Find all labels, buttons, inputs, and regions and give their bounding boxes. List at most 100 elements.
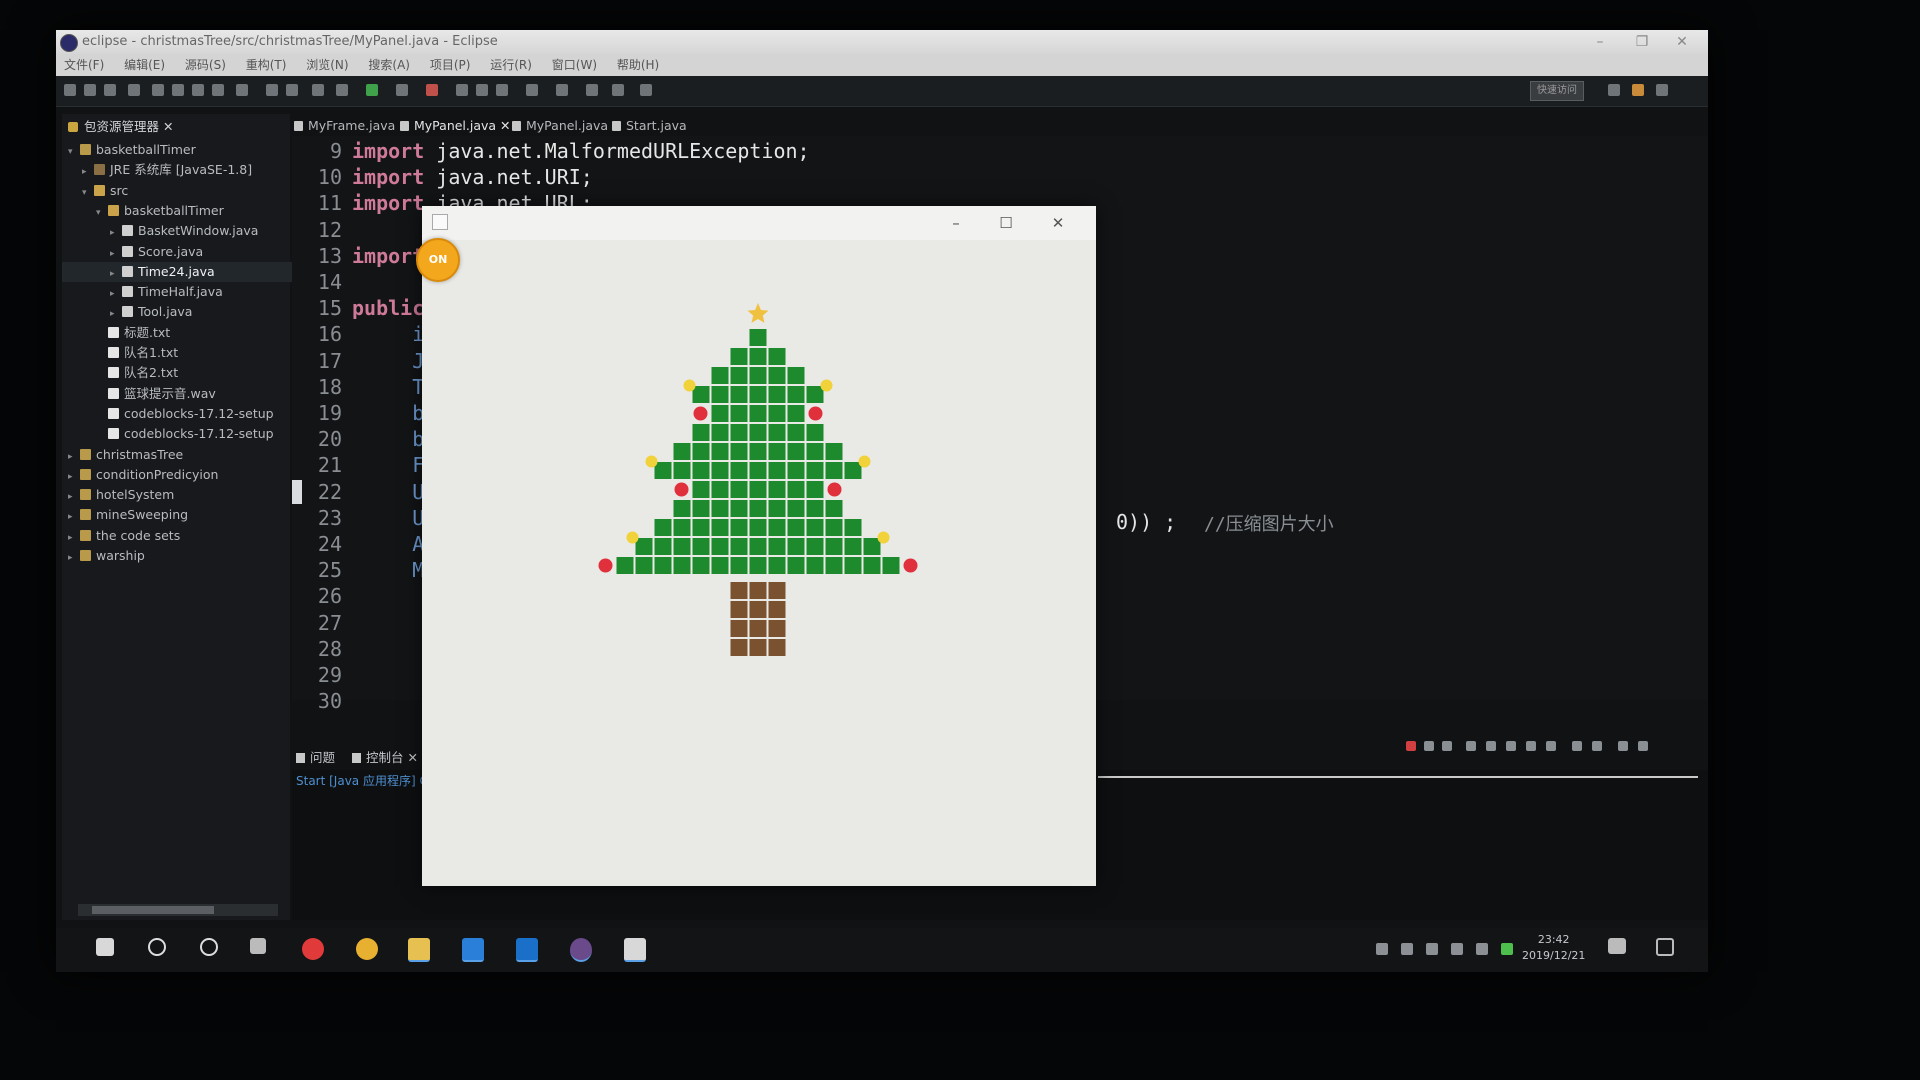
tree-item[interactable]: ▾ src [62, 181, 128, 201]
tree-item[interactable]: 队名2.txt [62, 363, 178, 383]
tab-start[interactable]: Start.java [612, 116, 687, 136]
tree-item[interactable]: ▸ BasketWindow.java [62, 221, 258, 241]
java-perspective-icon[interactable] [1632, 84, 1644, 96]
clear-console-icon[interactable] [1466, 741, 1476, 751]
run-icon[interactable] [366, 84, 378, 96]
app-close-button[interactable]: ✕ [1034, 206, 1082, 240]
file-explorer-icon[interactable] [408, 938, 430, 962]
netease-music-icon[interactable] [302, 938, 324, 960]
tree-item[interactable]: ▸ christmasTree [62, 445, 183, 465]
back-icon[interactable] [612, 84, 624, 96]
tool-icon[interactable] [312, 84, 324, 96]
tree-item[interactable]: ▾ basketballTimer [62, 140, 196, 160]
task-view-icon[interactable] [250, 938, 266, 954]
tree-item[interactable]: 篮球提示音.wav [62, 384, 216, 404]
menu-edit[interactable]: 编辑(E) [116, 54, 173, 76]
clock[interactable]: 23:42 2019/12/21 [1522, 932, 1585, 964]
tree-toggle-icon[interactable]: ▸ [68, 507, 80, 527]
tab-mypanel[interactable]: MyPanel.java [512, 116, 608, 136]
minimize-button[interactable]: – [1580, 30, 1620, 54]
pin-console-icon[interactable] [1526, 741, 1536, 751]
network-icon[interactable] [1426, 943, 1439, 955]
save-icon[interactable] [84, 84, 96, 96]
tab-mypanel-active[interactable]: MyPanel.java ✕ [400, 116, 511, 136]
cloud-icon[interactable] [1451, 943, 1464, 955]
tree-item[interactable]: ▸ Tool.java [62, 302, 192, 322]
tree-item[interactable]: ▾ basketballTimer [62, 201, 224, 221]
tool-icon[interactable] [286, 84, 298, 96]
tree-item[interactable]: ▸ the code sets [62, 526, 180, 546]
debug-icon[interactable] [152, 84, 164, 96]
tree-item[interactable]: 标题.txt [62, 323, 170, 343]
tree-item[interactable]: codeblocks-17.12-setup [62, 404, 274, 424]
action-center-icon[interactable] [1656, 938, 1674, 956]
display-console-icon[interactable] [1546, 741, 1556, 751]
menu-search[interactable]: 搜索(A) [360, 54, 418, 76]
new-icon[interactable] [64, 84, 76, 96]
annotation-icon[interactable] [556, 84, 568, 96]
tree-item[interactable]: ▸ warship [62, 546, 145, 566]
tool-icon[interactable] [236, 84, 248, 96]
windows-start-icon[interactable] [96, 938, 114, 956]
remove-all-icon[interactable] [1442, 741, 1452, 751]
quick-access-field[interactable]: 快速访问 [1530, 81, 1584, 101]
menu-run[interactable]: 运行(R) [482, 54, 540, 76]
tool-icon[interactable] [212, 84, 224, 96]
word-icon[interactable] [516, 938, 538, 962]
app-maximize-button[interactable]: ☐ [982, 206, 1030, 240]
tree-toggle-icon[interactable]: ▸ [110, 223, 122, 243]
tree-item[interactable]: 队名1.txt [62, 343, 178, 363]
tree-toggle-icon[interactable]: ▸ [68, 548, 80, 568]
menu-navigate[interactable]: 浏览(N) [298, 54, 356, 76]
tree-toggle-icon[interactable]: ▸ [110, 264, 122, 284]
package-explorer-tab[interactable]: 包资源管理器 ✕ [66, 118, 173, 136]
terminate-icon[interactable] [1406, 741, 1416, 751]
view-menu-icon[interactable] [1592, 741, 1602, 751]
cortana-icon[interactable] [200, 938, 218, 956]
input-method-icon[interactable] [1608, 938, 1626, 954]
tree-toggle-icon[interactable]: ▸ [68, 467, 80, 487]
wechat-icon[interactable] [1501, 943, 1514, 955]
eclipse-taskbar-icon[interactable] [570, 938, 592, 962]
maximize-button[interactable]: ❐ [1622, 30, 1662, 54]
tree-item[interactable]: ▸ mineSweeping [62, 505, 188, 525]
close-button[interactable]: ✕ [1662, 30, 1702, 54]
tree-toggle-icon[interactable]: ▾ [96, 203, 108, 223]
debug-perspective-icon[interactable] [1656, 84, 1668, 96]
perspective-icon[interactable] [1608, 84, 1620, 96]
new-class-icon[interactable] [476, 84, 488, 96]
java-app-taskbar-icon[interactable] [624, 938, 646, 962]
scroll-lock-icon[interactable] [1486, 741, 1496, 751]
forward-icon[interactable] [640, 84, 652, 96]
tree-toggle-icon[interactable]: ▸ [82, 162, 94, 182]
tree-item[interactable]: codeblocks-17.12-setup [62, 424, 274, 444]
open-console-icon[interactable] [1572, 741, 1582, 751]
notification-icon[interactable] [1376, 943, 1388, 955]
menu-file[interactable]: 文件(F) [56, 54, 112, 76]
print-icon[interactable] [128, 84, 140, 96]
menu-project[interactable]: 项目(P) [422, 54, 479, 76]
save-all-icon[interactable] [104, 84, 116, 96]
menu-help[interactable]: 帮助(H) [609, 54, 667, 76]
tree-item[interactable]: ▸ Score.java [62, 242, 203, 262]
battery-icon[interactable] [1476, 943, 1489, 955]
tree-toggle-icon[interactable]: ▸ [68, 528, 80, 548]
app-minimize-button[interactable]: – [932, 206, 980, 240]
tool-icon[interactable] [396, 84, 408, 96]
scrollbar-thumb[interactable] [92, 906, 214, 914]
minimize-view-icon[interactable] [1618, 741, 1628, 751]
tree-item[interactable]: ▸ conditionPredicyion [62, 465, 218, 485]
tool-icon[interactable] [192, 84, 204, 96]
remove-launch-icon[interactable] [1424, 741, 1434, 751]
menu-window[interactable]: 窗口(W) [544, 54, 605, 76]
tool-icon[interactable] [336, 84, 348, 96]
back-icon[interactable] [586, 84, 598, 96]
maximize-view-icon[interactable] [1638, 741, 1648, 751]
search-icon[interactable] [148, 938, 166, 956]
tab-myframe[interactable]: MyFrame.java [294, 116, 395, 136]
tool-icon[interactable] [172, 84, 184, 96]
horizontal-scrollbar[interactable] [78, 904, 278, 916]
search-icon[interactable] [526, 84, 538, 96]
tree-item[interactable]: ▸ hotelSystem [62, 485, 174, 505]
word-wrap-icon[interactable] [1506, 741, 1516, 751]
